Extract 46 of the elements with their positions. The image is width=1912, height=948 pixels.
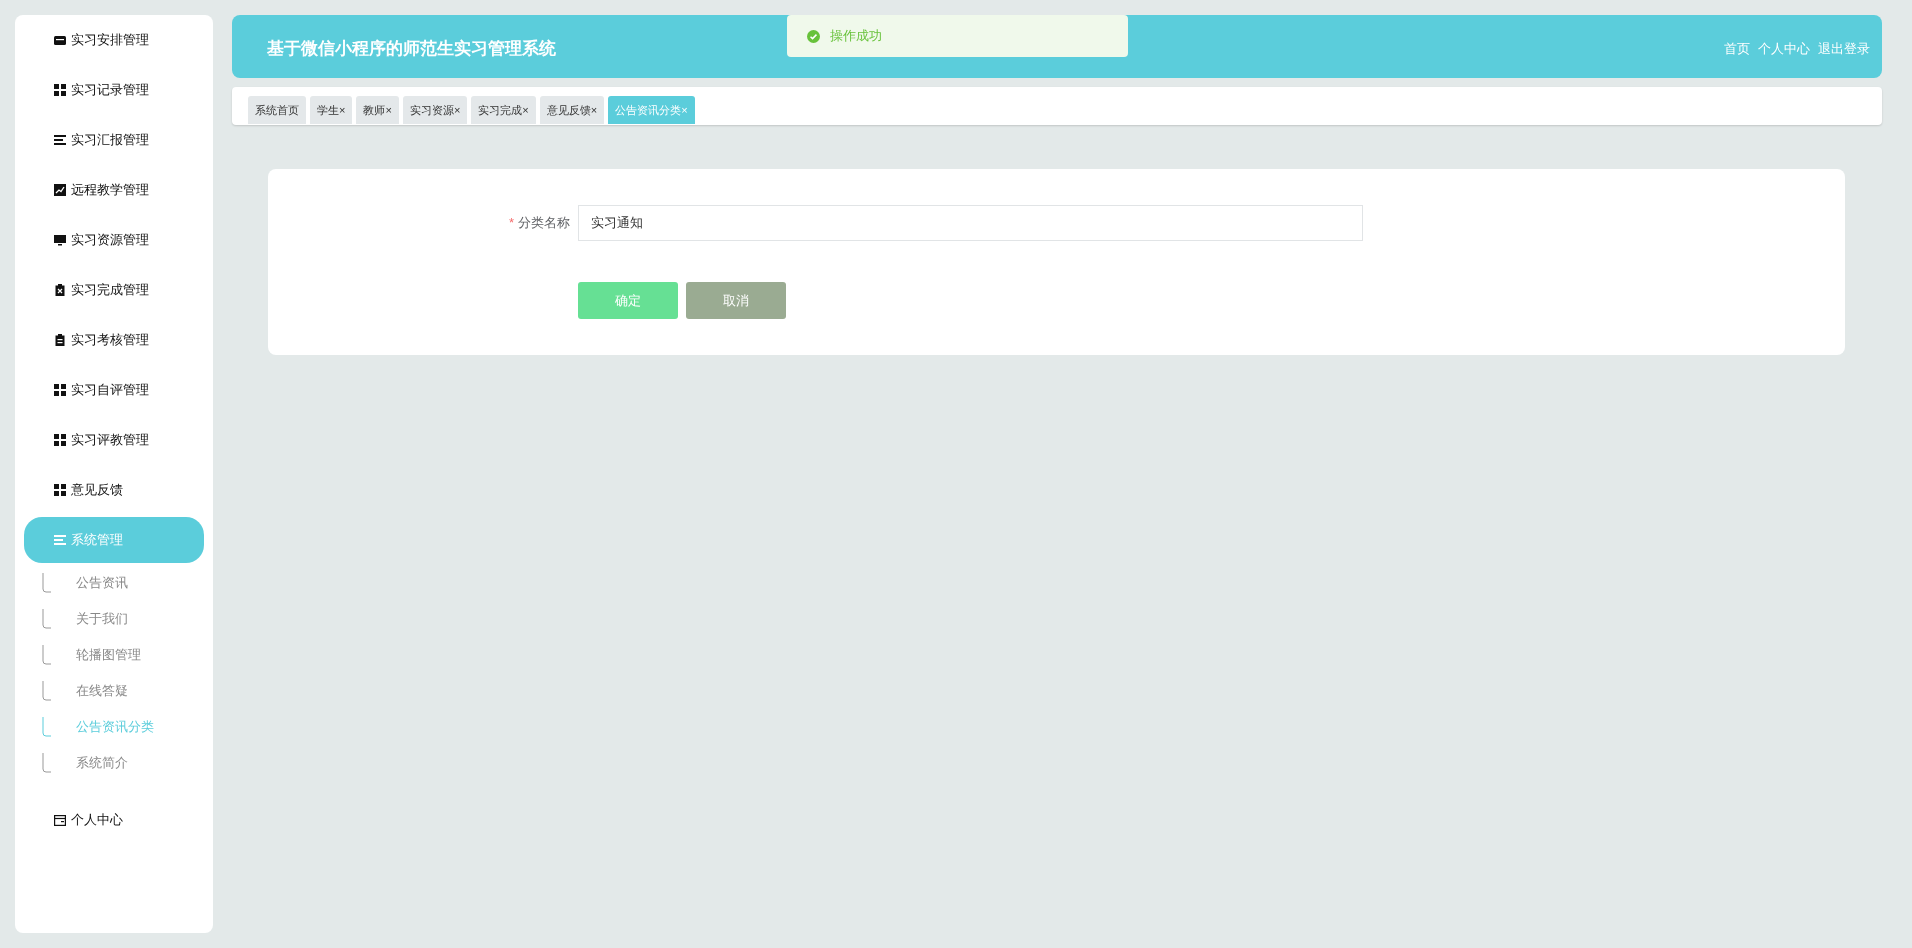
- sidebar-item[interactable]: 个人中心: [24, 795, 204, 845]
- submenu-item[interactable]: 轮播图管理: [76, 645, 141, 665]
- sidebar-item[interactable]: 实习自评管理: [24, 365, 204, 415]
- sidebar-item[interactable]: 实习资源管理: [24, 215, 204, 265]
- submenu-item[interactable]: 关于我们: [76, 609, 128, 629]
- grid-icon: [54, 484, 66, 496]
- monitor-icon: [54, 234, 66, 246]
- app-title: 基于微信小程序的师范生实习管理系统: [267, 37, 556, 60]
- sidebar-item[interactable]: 意见反馈: [24, 465, 204, 515]
- check-circle-icon: [807, 29, 820, 43]
- branch-line-icon: [42, 717, 52, 737]
- required-mark: *: [508, 214, 514, 233]
- grid-icon: [54, 384, 66, 396]
- page-tab[interactable]: 学生×: [310, 96, 353, 124]
- sidebar-item[interactable]: 远程教学管理: [24, 165, 204, 215]
- chart-icon: [54, 184, 66, 196]
- page-tab[interactable]: 意见反馈×: [539, 96, 605, 124]
- grid-icon: [54, 84, 66, 96]
- page-tab[interactable]: 实习完成×: [471, 96, 536, 124]
- input-field[interactable]: 实习通知: [578, 205, 1363, 241]
- branch-line-icon: [42, 645, 52, 665]
- sidebar-item[interactable]: 实习评教管理: [24, 415, 204, 465]
- submenu-item[interactable]: 在线答疑: [76, 681, 128, 701]
- page-tab[interactable]: 实习资源×: [402, 96, 468, 124]
- branch-line-icon: [42, 753, 52, 773]
- branch-line-icon: [42, 609, 52, 629]
- sidebar-item[interactable]: 实习记录管理: [24, 65, 204, 115]
- wallet-icon: [54, 814, 66, 826]
- sidebar-item[interactable]: 实习汇报管理: [24, 115, 204, 165]
- clipboard-icon: [54, 334, 66, 346]
- sidebar-item[interactable]: 实习考核管理: [24, 315, 204, 365]
- submenu-item[interactable]: 系统简介: [76, 753, 128, 773]
- sidebar-item[interactable]: 实习完成管理: [24, 265, 204, 315]
- grid-icon: [54, 434, 66, 446]
- branch-line-icon: [42, 573, 52, 593]
- clipboard-icon: [54, 284, 66, 296]
- list-icon: [54, 134, 66, 146]
- field-label: 分类名称: [518, 214, 570, 233]
- list-icon: [54, 534, 66, 546]
- sidebar-item[interactable]: 实习安排管理: [24, 15, 204, 65]
- tray-icon: [54, 34, 66, 46]
- branch-line-icon: [42, 681, 52, 701]
- submenu-item[interactable]: 公告资讯: [76, 573, 128, 593]
- toast-message: 操作成功: [830, 27, 882, 46]
- page-tab[interactable]: 系统首页: [248, 96, 306, 124]
- page-tab[interactable]: 教师×: [356, 96, 399, 124]
